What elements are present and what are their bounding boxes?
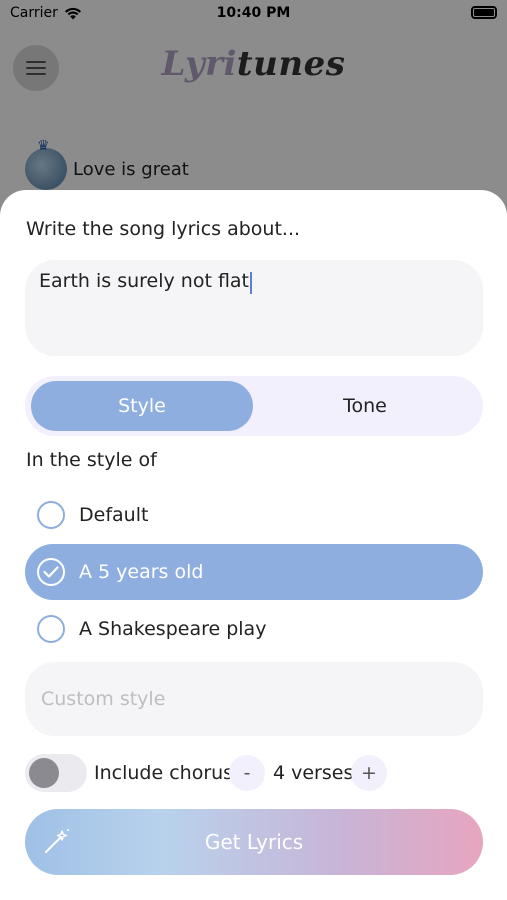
segment-tone[interactable]: Tone [253,381,477,431]
verses-count: 4 verses [273,762,354,784]
style-section-title: In the style of [26,449,157,471]
style-option-shakespeare[interactable]: A Shakespeare play [25,601,483,657]
style-option-5-years-old[interactable]: A 5 years old [25,544,483,600]
style-option-label: A Shakespeare play [79,618,267,640]
radio-unchecked-icon [37,615,65,643]
style-option-default[interactable]: Default [25,487,483,543]
include-chorus-toggle[interactable] [25,754,87,792]
lyrics-sheet: Write the song lyrics about... Earth is … [0,190,507,900]
decrease-verses-button[interactable]: - [229,755,265,791]
text-caret [250,271,253,294]
topic-input-value: Earth is surely not flat [39,270,250,292]
increase-verses-button[interactable]: + [351,755,387,791]
custom-style-input[interactable] [39,687,469,711]
include-chorus-label: Include chorus [94,762,234,784]
magic-wand-icon [45,829,69,853]
get-lyrics-label: Get Lyrics [204,830,304,854]
style-tone-segmented-control: Style Tone [25,376,483,436]
prompt-label: Write the song lyrics about... [26,218,301,240]
style-option-label: A 5 years old [79,561,204,583]
radio-unchecked-icon [37,501,65,529]
topic-input[interactable]: Earth is surely not flat [25,260,483,356]
checkmark-icon [37,558,65,586]
custom-style-field[interactable] [25,662,483,736]
get-lyrics-button[interactable]: Get Lyrics [25,809,483,875]
toggle-knob [29,758,59,788]
segment-style[interactable]: Style [31,381,253,431]
style-option-label: Default [79,504,149,526]
